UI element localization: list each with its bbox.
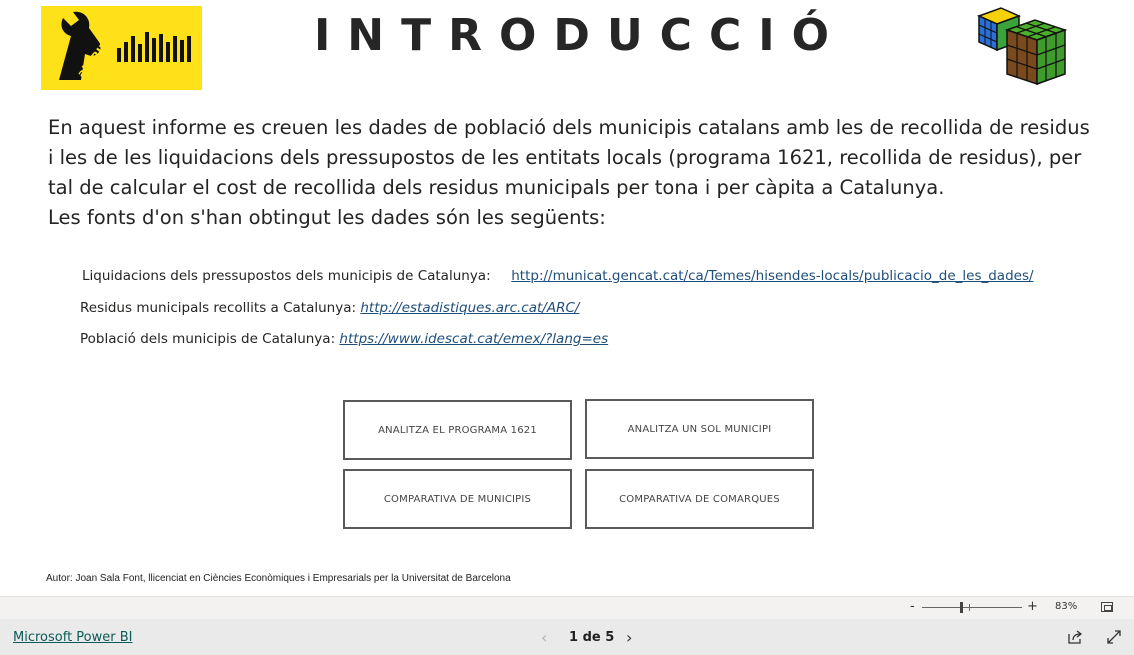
- compare-municipalities-button[interactable]: COMPARATIVA DE MUNICIPIS: [343, 469, 572, 529]
- intro-line: i les de les liquidacions dels pressupos…: [48, 146, 1082, 169]
- intro-line: En aquest informe es creuen les dades de…: [48, 116, 1090, 139]
- share-icon[interactable]: [1067, 629, 1083, 645]
- analyze-program-button[interactable]: ANALITZA EL PROGRAMA 1621: [343, 400, 572, 460]
- zoom-out-button[interactable]: -: [910, 599, 915, 614]
- power-bi-link[interactable]: Microsoft Power BI: [13, 630, 132, 645]
- source-label: Liquidacions dels pressupostos dels muni…: [82, 268, 491, 284]
- fullscreen-icon[interactable]: [1106, 629, 1122, 645]
- intro-line: tal de calcular el cost de recollida del…: [48, 176, 945, 199]
- rubik-cube-image: [973, 4, 1073, 88]
- alabip-logo: aLaBIP: [41, 6, 202, 90]
- source-link-idescat[interactable]: https://www.idescat.cat/emex/?lang=es: [339, 331, 608, 347]
- page-indicator: 1 de 5: [569, 630, 615, 645]
- source-link-arc[interactable]: http://estadistiques.arc.cat/ARC/: [360, 300, 579, 316]
- zoom-in-button[interactable]: +: [1027, 599, 1038, 614]
- source-budget: Liquidacions dels pressupostos dels muni…: [82, 268, 1034, 284]
- compare-comarques-button[interactable]: COMPARATIVA DE COMARQUES: [585, 469, 814, 529]
- intro-text: En aquest informe es creuen les dades de…: [48, 113, 1098, 233]
- zoom-bar: - + 83%: [0, 596, 1134, 619]
- source-link-municat[interactable]: http://municat.gencat.cat/ca/Temes/hisen…: [511, 268, 1033, 284]
- footer-bar: Microsoft Power BI ‹ 1 de 5 ›: [0, 619, 1134, 655]
- page-title: INTRODUCCIÓ: [313, 10, 847, 61]
- zoom-default-tick: [969, 604, 970, 611]
- author-note: Autor: Joan Sala Font, llicenciat en Ciè…: [46, 573, 511, 584]
- source-population: Població dels municipis de Catalunya: ht…: [80, 331, 608, 347]
- analyze-municipality-button[interactable]: ANALITZA UN SOL MUNICIPI: [585, 399, 814, 459]
- zoom-slider-thumb[interactable]: [960, 602, 963, 613]
- zoom-level: 83%: [1055, 601, 1078, 612]
- source-waste: Residus municipals recollits a Catalunya…: [80, 300, 579, 316]
- previous-page-icon[interactable]: ‹: [541, 628, 547, 647]
- next-page-icon[interactable]: ›: [626, 628, 632, 647]
- intro-line: Les fonts d'on s'han obtingut les dades …: [48, 206, 606, 229]
- zoom-slider[interactable]: [922, 607, 1022, 608]
- source-label: Població dels municipis de Catalunya:: [80, 331, 336, 347]
- fit-to-page-icon[interactable]: [1101, 602, 1113, 612]
- source-label: Residus municipals recollits a Catalunya…: [80, 300, 357, 316]
- report-canvas: aLaBIP INTRODUCCIÓ En aquest informe es …: [0, 0, 1134, 596]
